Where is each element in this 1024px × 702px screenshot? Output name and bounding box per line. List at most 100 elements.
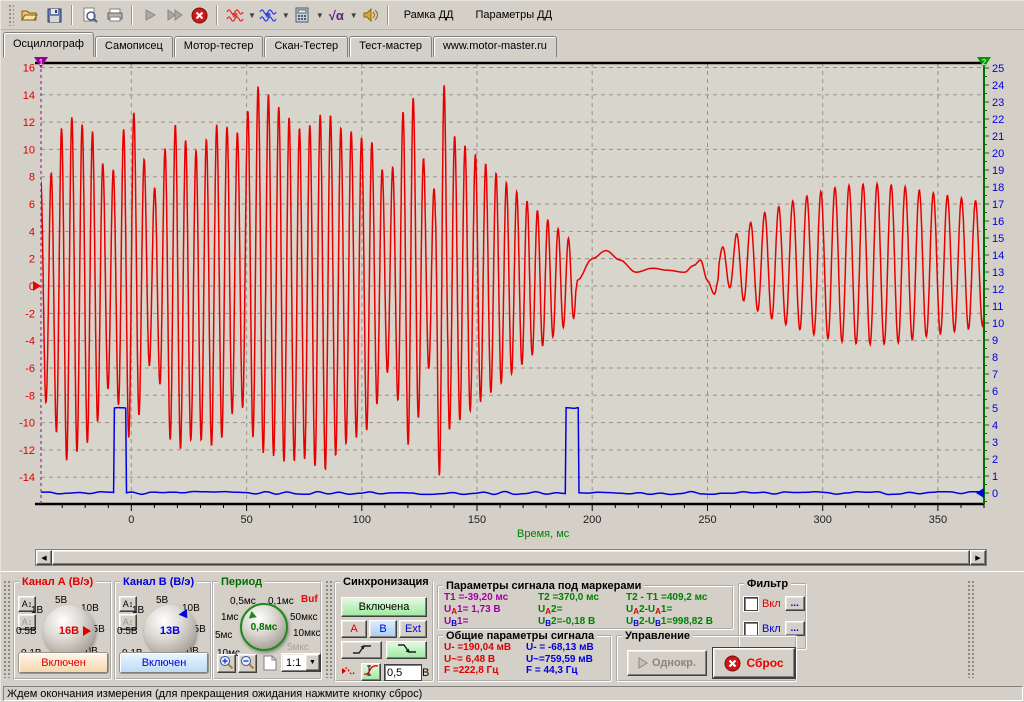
sync-rising-edge-button[interactable] [341, 641, 382, 659]
print-icon [107, 8, 123, 22]
svg-text:6: 6 [29, 199, 35, 211]
stop-button[interactable] [187, 3, 212, 27]
tab-3[interactable]: Мотор-тестер [174, 36, 264, 57]
signal-a-button[interactable] [222, 3, 247, 27]
period-title: Период [218, 576, 265, 588]
channel-b-range-knob[interactable]: 13В [144, 605, 196, 657]
svg-text:-6: -6 [25, 363, 35, 375]
scroll-right-button[interactable]: ▶ [970, 550, 986, 565]
panel-grip[interactable] [967, 580, 974, 678]
scope-canvas[interactable]: 050100150200250300350Время, мс1614121086… [1, 57, 1024, 549]
svg-text:8: 8 [29, 172, 35, 184]
reset-button[interactable]: Сброс [713, 648, 795, 678]
zoom-out-button[interactable] [238, 654, 257, 673]
tab-bar: ОсциллографСамописецМотор-тестерСкан-Тес… [1, 30, 1024, 57]
start-button[interactable] [137, 3, 162, 27]
scrollbar-thumb[interactable] [52, 550, 970, 565]
marker-measurements-title: Параметры сигнала под маркерами [443, 580, 644, 592]
chevron-down-icon[interactable]: ▼ [350, 11, 358, 20]
chevron-down-icon[interactable]: ▼ [305, 654, 320, 671]
svg-text:-8: -8 [25, 390, 35, 402]
sync-enabled-button[interactable]: Включена [341, 597, 427, 617]
panel-grip[interactable] [3, 580, 10, 678]
svg-text:21: 21 [992, 131, 1004, 143]
level-trigger-icon [363, 664, 380, 677]
svg-text:12: 12 [992, 284, 1004, 296]
signal-measurement: U- = -68,13 мВ [526, 642, 594, 654]
scale-select[interactable]: 1:1 ▼ [281, 653, 321, 672]
filter-enable-checkbox[interactable] [744, 597, 758, 611]
scroll-left-button[interactable]: ◀ [36, 550, 52, 565]
signal-b-icon [259, 8, 277, 23]
svg-text:4: 4 [992, 420, 998, 432]
tab-6[interactable]: www.motor-master.ru [433, 36, 557, 57]
svg-text:13: 13 [992, 267, 1004, 279]
clear-buffer-button[interactable] [260, 654, 279, 673]
dial-label: 5мс [215, 630, 232, 641]
sync-source-ext-button[interactable]: Ext [399, 620, 427, 638]
tab-2[interactable]: Самописец [95, 36, 173, 57]
math-button[interactable]: √α [324, 3, 349, 27]
svg-text:22: 22 [992, 114, 1004, 126]
dial-label: 10мкс [293, 628, 321, 639]
save-button[interactable] [42, 3, 67, 27]
svg-text:6: 6 [992, 386, 998, 398]
single-shot-button[interactable]: Однокр. [627, 650, 707, 676]
play-outline-icon [638, 657, 648, 669]
channel-a-title: Канал А (В/э) [19, 576, 96, 588]
svg-text:350: 350 [929, 514, 947, 526]
calculator-button[interactable] [290, 3, 315, 27]
sound-button[interactable] [358, 3, 383, 27]
tab-5[interactable]: Тест-мастер [349, 36, 432, 57]
sound-icon [363, 8, 378, 22]
signal-measurement: U~=759,59 мВ [526, 654, 594, 666]
sync-falling-edge-button[interactable] [386, 641, 427, 659]
svg-text:16: 16 [23, 62, 35, 74]
signal-measurement: F =222,8 Гц [444, 665, 526, 677]
oscilloscope-plot[interactable]: 050100150200250300350Время, мс1614121086… [1, 57, 1024, 549]
sqrt-alpha-icon: √α [329, 8, 344, 23]
chevron-down-icon[interactable]: ▼ [282, 11, 290, 20]
signal-measurement: F = 44,3 Гц [526, 665, 594, 677]
svg-text:100: 100 [353, 514, 371, 526]
panel-grip[interactable] [325, 580, 332, 678]
toolbar-grip[interactable] [8, 4, 14, 26]
channel-a-enabled-button[interactable]: Включен [19, 653, 108, 673]
sync-level-input[interactable] [384, 664, 422, 681]
tab-1[interactable]: Осциллограф [3, 32, 94, 57]
marker-value: UА2-UА1= [626, 604, 672, 616]
zoom-in-button[interactable] [217, 654, 236, 673]
svg-text:-12: -12 [19, 445, 35, 457]
sync-source-b-button[interactable]: В [369, 620, 397, 638]
filter-enable-label: Вкл [762, 598, 781, 610]
signal-b-button[interactable] [256, 3, 281, 27]
svg-text:2: 2 [992, 454, 998, 466]
svg-text:15: 15 [992, 233, 1004, 245]
print-button[interactable] [102, 3, 127, 27]
fast-forward-button[interactable] [162, 3, 187, 27]
svg-text:11: 11 [992, 301, 1003, 313]
period-knob[interactable]: 0,8мс [240, 603, 288, 651]
chevron-down-icon[interactable]: ▼ [316, 11, 324, 20]
chevron-down-icon[interactable]: ▼ [248, 11, 256, 20]
channel-a-range-knob[interactable]: 16В [43, 605, 95, 657]
sync-mode-level-button[interactable] [361, 663, 381, 681]
svg-text:12: 12 [23, 117, 35, 129]
svg-text:Время, мс: Время, мс [517, 528, 570, 540]
params-dd-button[interactable]: Параметры ДД [464, 4, 563, 26]
frame-dd-button[interactable]: Рамка ДД [393, 4, 465, 26]
sync-mode-auto-button[interactable] [339, 663, 359, 681]
preview-icon [82, 7, 98, 23]
svg-text:-4: -4 [25, 336, 35, 348]
marker-value: T2 =370,0 мс [538, 592, 626, 604]
tab-4[interactable]: Скан-Тестер [264, 36, 348, 57]
svg-text:10: 10 [992, 318, 1004, 330]
preview-button[interactable] [77, 3, 102, 27]
svg-text:14: 14 [23, 90, 35, 102]
channel-b-enabled-button[interactable]: Включен [120, 653, 208, 673]
svg-text:50: 50 [240, 514, 252, 526]
open-button[interactable] [17, 3, 42, 27]
sync-source-a-button[interactable]: А [341, 620, 367, 638]
filter-settings-button[interactable]: ... [785, 596, 805, 611]
svg-text:-14: -14 [19, 472, 35, 484]
